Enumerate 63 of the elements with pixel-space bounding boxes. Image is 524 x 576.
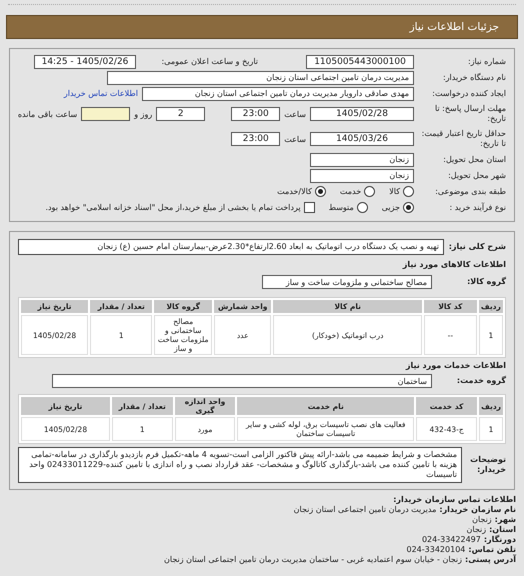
field-label: شماره نیاز: — [467, 56, 506, 66]
field-label: ساعت باقی مانده — [18, 110, 78, 118]
section-title: اطلاعات خدمات مورد نیاز — [404, 361, 506, 370]
announce-date-field: 1405/02/26 - 14:25 — [34, 54, 136, 68]
days-field: 2 — [156, 107, 206, 121]
date-field: 1405/02/28 — [310, 107, 414, 121]
contact-label: آدرس پستی: — [465, 555, 516, 565]
field-label: شهر محل تحویل: — [447, 170, 506, 180]
page-title: جزئیات اطلاعات نیاز — [410, 21, 499, 33]
field-label: گروه کالا: — [466, 277, 506, 287]
radio-button[interactable] — [364, 186, 376, 197]
time-field: 23:00 — [231, 107, 280, 121]
contact-label: شهر: — [494, 515, 516, 525]
buyer-notes-field: مشخصات و شرایط ضمیمه می باشد-ارائه پیش فاکتور الزامی است-تسویه 4 ماهه-تکمیل فرم بازدیدو بارگذاری در سامانه-تمامی هزینه با تامین کننده می باشد-بارگذاری کاتالوگ و مشخصات- عقد قرارداد نصب و راه اندازی با تامین کننده-02433011229 واحد تاسیسات — [18, 447, 462, 483]
option-label: کالا — [389, 187, 400, 196]
contact-label: استان: — [489, 525, 516, 534]
section-title: اطلاعات کالاهای مورد نیاز — [401, 260, 506, 269]
field-label: طبقه بندی موضوعی: — [434, 186, 506, 196]
contact-value: مدیریت درمان تامین اجتماعی استان زنجان — [294, 505, 436, 515]
option-label: خدمت — [340, 187, 362, 196]
description-field: تهیه و نصب یک دستگاه درب اتوماتیک به ابعاد 2.60ارتفاع*2.30عرض-بیمارستان امام حسین (ع) زنجان — [18, 239, 444, 255]
field-label: نام دستگاه خریدار: — [442, 72, 506, 82]
radio-button[interactable] — [403, 202, 414, 213]
contact-label: نام سازمان خریدار: — [439, 505, 516, 515]
contact-link[interactable]: اطلاعات تماس خریدار — [64, 89, 138, 98]
field-label: نوع فرآیند خرید : — [448, 202, 506, 212]
radio-button[interactable] — [314, 186, 326, 197]
province-field: زنجان — [310, 152, 414, 166]
remaining-hours-field — [81, 107, 130, 121]
field-label: ساعت — [284, 110, 306, 118]
contact-title: اطلاعات تماس سازمان خریدار: — [393, 495, 516, 504]
field-label: ساعت — [284, 134, 306, 144]
contact-value: زنجان - خیابان سوم اعتمادیه غربی - ساختمان مدیریت درمان تامین اجتماعی استان زنجان — [164, 555, 462, 565]
service-group-field: ساختمان — [52, 374, 432, 388]
field-label: توضیحات خریدار: — [469, 455, 506, 475]
field-label: روز و — [134, 110, 152, 118]
field-label: تاریخ و ساعت اعلان عمومی: — [160, 56, 258, 66]
field-label: ایجاد کننده درخواست: — [431, 88, 506, 98]
buyer-field: مدیریت درمان تامین اجتماعی استان زنجان — [107, 70, 414, 84]
goods-group-field: مصالح ساختمانی و ملزومات ساخت و ساز — [262, 275, 432, 289]
contact-label: دورنگار: — [484, 535, 516, 545]
field-label: مهلت ارسال پاسخ: تا تاریخ: — [434, 104, 506, 124]
option-label: جزیی — [382, 203, 400, 212]
field-label: استان محل تحویل: — [442, 154, 506, 164]
city-field: زنجان — [310, 168, 414, 182]
time-field: 23:00 — [231, 132, 280, 146]
field-label: شرح کلی نیاز: — [448, 242, 506, 252]
checkbox[interactable] — [304, 202, 315, 213]
contact-value: 024-33422497 — [422, 535, 481, 545]
option-label: متوسط — [328, 203, 354, 212]
radio-button[interactable] — [356, 202, 368, 213]
contact-value: 024-33420104 — [406, 545, 466, 555]
date-field: 1405/03/26 — [310, 132, 414, 146]
contact-label: تلفن تماس: — [468, 545, 516, 554]
requester-field: مهدی صادقی دارویار مدیریت درمان تامین اجتماعی استان زنجان — [142, 86, 414, 100]
need-number-field: 1105005443000100 — [306, 54, 414, 68]
option-label: کالا/خدمت — [277, 187, 312, 196]
field-label: گروه خدمت: — [456, 376, 506, 386]
contact-value: زنجان — [472, 515, 492, 525]
contact-value: زنجان — [466, 525, 486, 534]
option-label: پرداخت تمام یا بخشی از مبلغ خرید،از محل "اسناد خزانه اسلامی" خواهد بود. — [45, 203, 301, 212]
field-label: حداقل تاریخ اعتبار قیمت: تا تاریخ: — [420, 129, 506, 149]
radio-button[interactable] — [403, 186, 414, 197]
